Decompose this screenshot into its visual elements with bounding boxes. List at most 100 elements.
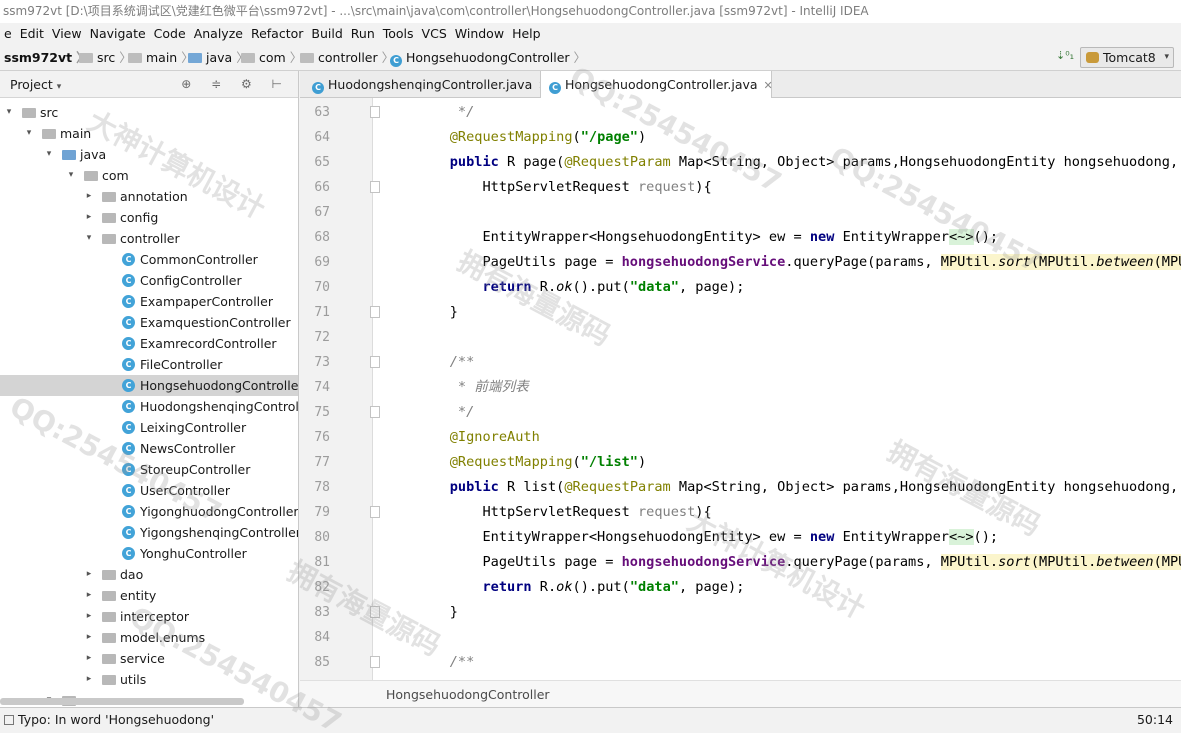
- breadcrumb-controller[interactable]: controller 〉: [300, 49, 394, 67]
- chevron-right-icon[interactable]: ▸: [84, 186, 94, 207]
- tree-item[interactable]: C NewsController: [0, 438, 298, 459]
- tree-item-label: ExamquestionController: [140, 315, 291, 330]
- project-view-selector[interactable]: Project ▾: [10, 77, 61, 92]
- tree-item[interactable]: ▸ service: [0, 648, 298, 669]
- tree-item[interactable]: C ExamquestionController: [0, 312, 298, 333]
- tree-item[interactable]: ▾ src: [0, 102, 298, 123]
- chevron-right-icon[interactable]: ▸: [84, 207, 94, 228]
- chevron-right-icon[interactable]: ▸: [84, 606, 94, 627]
- tree-item-label: NewsController: [140, 441, 236, 456]
- menu-run[interactable]: Run: [347, 23, 379, 45]
- class-icon: C: [122, 379, 135, 392]
- chevron-right-icon[interactable]: ▸: [84, 648, 94, 669]
- tree-item[interactable]: C HongsehuodongController: [0, 375, 298, 396]
- tree-item[interactable]: ▸ model.enums: [0, 627, 298, 648]
- tab-huodongshenqing[interactable]: CHuodongshenqingController.java✕: [304, 71, 547, 98]
- tree-item[interactable]: C ConfigController: [0, 270, 298, 291]
- fold-marker-icon[interactable]: [370, 106, 380, 118]
- breadcrumb-src[interactable]: src 〉: [79, 49, 132, 67]
- menu-code[interactable]: Code: [150, 23, 190, 45]
- tree-item[interactable]: ▸ utils: [0, 669, 298, 690]
- tree-item-label: src: [40, 105, 59, 120]
- fold-marker-icon[interactable]: [370, 506, 380, 518]
- chevron-down-icon[interactable]: ▾: [4, 102, 14, 123]
- chevron-down-icon[interactable]: ▾: [24, 123, 34, 144]
- class-icon: C: [122, 484, 135, 497]
- line-number: 68: [314, 230, 330, 245]
- folder-icon: [102, 234, 116, 244]
- folder-icon: [42, 129, 56, 139]
- tree-item[interactable]: ▾ java: [0, 144, 298, 165]
- tree-item[interactable]: C StoreupController: [0, 459, 298, 480]
- chevron-down-icon[interactable]: ▾: [66, 165, 76, 186]
- menu-view[interactable]: View: [48, 23, 86, 45]
- breadcrumb-com[interactable]: com 〉: [241, 49, 302, 67]
- menu-build[interactable]: Build: [307, 23, 346, 45]
- tree-item-label: java: [80, 147, 107, 162]
- tree-item[interactable]: ▾ com: [0, 165, 298, 186]
- code-editor[interactable]: CHuodongshenqingController.java✕ CHongse…: [300, 71, 1181, 707]
- menu-refactor[interactable]: Refactor: [247, 23, 307, 45]
- caret-position[interactable]: 50:14: [1137, 708, 1173, 732]
- fold-marker-icon[interactable]: [370, 606, 380, 618]
- menu-vcs[interactable]: VCS: [418, 23, 451, 45]
- tree-item[interactable]: C YonghuController: [0, 543, 298, 564]
- run-config-selector[interactable]: Tomcat8 ▾: [1080, 47, 1174, 68]
- menu-navigate[interactable]: Navigate: [86, 23, 150, 45]
- class-icon: C: [122, 463, 135, 476]
- folder-icon: [79, 53, 93, 63]
- folder-icon: [102, 675, 116, 685]
- fold-marker-icon[interactable]: [370, 306, 380, 318]
- line-number-gutter: 63 64 65 66 67 68 69 70 71 72 73 74 75 76 77 78 79 80 81 82…: [300, 98, 380, 680]
- fold-marker-icon[interactable]: [370, 656, 380, 668]
- tree-item[interactable]: C YigongshenqingController: [0, 522, 299, 543]
- fold-marker-icon[interactable]: [370, 356, 380, 368]
- tree-item-label: model.enums: [120, 630, 206, 645]
- tree-item[interactable]: C ExamrecordController: [0, 333, 298, 354]
- tool-window-toggle-icon[interactable]: [4, 715, 14, 725]
- fold-marker-icon[interactable]: [370, 406, 380, 418]
- menu-analyze[interactable]: Analyze: [190, 23, 247, 45]
- chevron-down-icon[interactable]: ▾: [84, 228, 94, 249]
- chevron-right-icon[interactable]: ▸: [84, 627, 94, 648]
- tree-item[interactable]: C UserController: [0, 480, 298, 501]
- chevron-right-icon[interactable]: ▸: [84, 585, 94, 606]
- line-number: 76: [314, 430, 330, 445]
- class-icon: C: [122, 295, 135, 308]
- folder-icon: [102, 612, 116, 622]
- tree-item[interactable]: ▸ interceptor: [0, 606, 298, 627]
- chevron-right-icon[interactable]: ▸: [84, 669, 94, 690]
- tree-item[interactable]: C LeixingController: [0, 417, 298, 438]
- tree-item[interactable]: C CommonController: [0, 249, 298, 270]
- tree-item[interactable]: C HuodongshenqingController: [0, 396, 298, 417]
- panel-tool-icons[interactable]: ⊕ ≑ ⚙ ⊢: [181, 71, 290, 98]
- tree-item[interactable]: C YigonghuodongController: [0, 501, 298, 522]
- breadcrumb-project[interactable]: ssm972vt〉: [4, 49, 89, 67]
- breadcrumb-main[interactable]: main〉: [128, 49, 194, 67]
- tree-item[interactable]: C ExampaperController: [0, 291, 298, 312]
- close-icon[interactable]: ✕: [764, 79, 773, 92]
- tree-item[interactable]: ▾ main: [0, 123, 298, 144]
- line-number: 81: [314, 555, 330, 570]
- fold-marker-icon[interactable]: [370, 181, 380, 193]
- breadcrumb-java[interactable]: java〉: [188, 49, 249, 67]
- tree-item[interactable]: ▸ dao: [0, 564, 298, 585]
- breadcrumb-class[interactable]: C HongsehuodongController 〉: [390, 49, 586, 67]
- tree-item[interactable]: ▸ annotation: [0, 186, 298, 207]
- tab-hongsehuodong[interactable]: C HongsehuodongController.java ✕: [540, 71, 773, 98]
- tree-item-label: ConfigController: [140, 273, 242, 288]
- chevron-down-icon[interactable]: ▾: [44, 144, 54, 165]
- tree-item[interactable]: ▾ controller: [0, 228, 298, 249]
- horizontal-scrollbar[interactable]: [0, 698, 244, 705]
- tree-item-label: YigongshenqingController: [140, 525, 299, 540]
- menu-edit[interactable]: Edit: [16, 23, 48, 45]
- tree-item[interactable]: ▸ entity: [0, 585, 298, 606]
- menu-window[interactable]: Window: [451, 23, 508, 45]
- menu-tools[interactable]: Tools: [379, 23, 418, 45]
- menu-e[interactable]: e: [0, 23, 16, 45]
- tree-item[interactable]: ▸ config: [0, 207, 298, 228]
- tree-item[interactable]: C FileController: [0, 354, 298, 375]
- menu-help[interactable]: Help: [508, 23, 545, 45]
- chevron-right-icon[interactable]: ▸: [84, 564, 94, 585]
- sort-icon[interactable]: ⇣⁰₁: [1056, 49, 1074, 62]
